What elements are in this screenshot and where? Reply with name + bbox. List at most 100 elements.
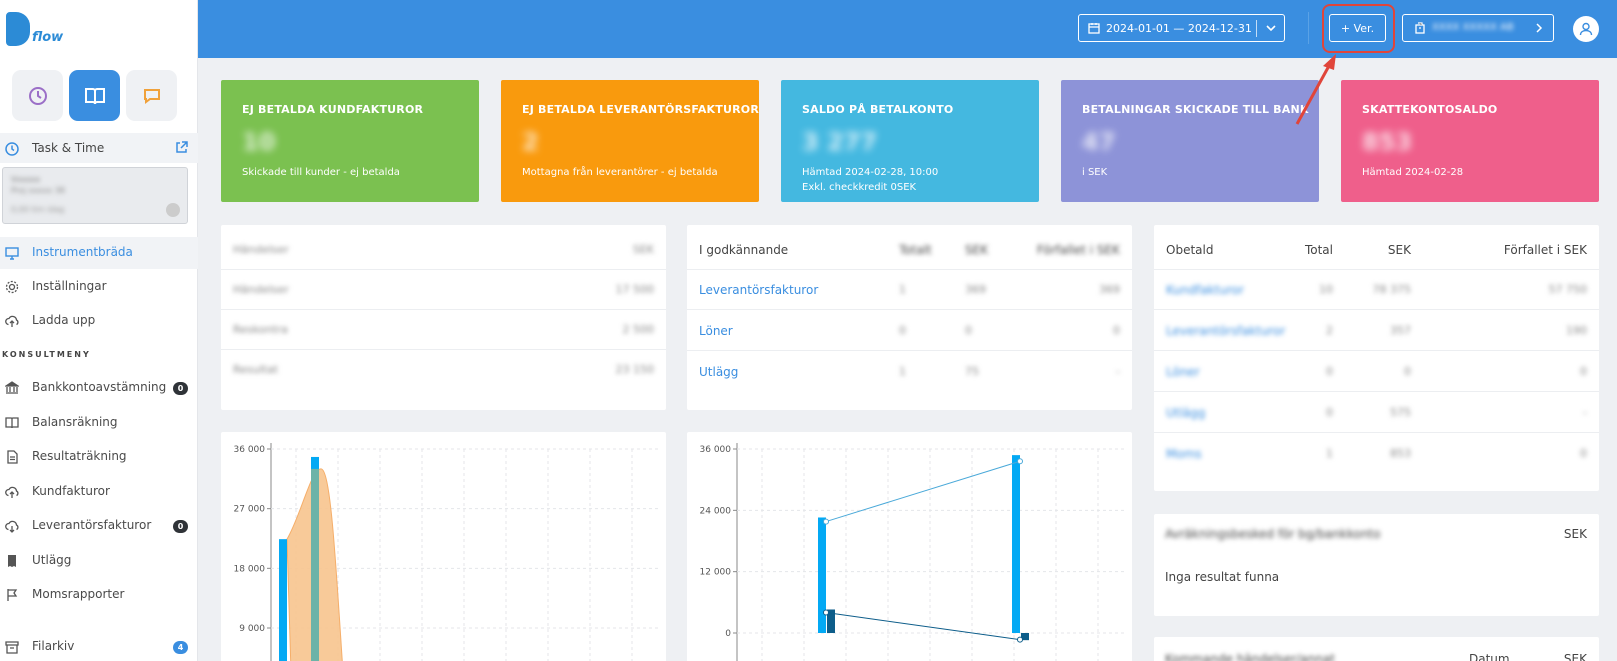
row-value: 0 xyxy=(1404,365,1411,378)
chevron-down-icon[interactable] xyxy=(1264,21,1278,35)
kpi-value: 47 xyxy=(1082,128,1116,156)
count-badge: 4 xyxy=(173,641,188,654)
column-header: I godkännande xyxy=(699,243,789,257)
upcoming-col-date: Datum xyxy=(1469,652,1510,661)
line-point xyxy=(823,518,829,525)
empty-state: Inga resultat funna xyxy=(1165,570,1280,584)
row-link[interactable]: Leverantörsfakturor xyxy=(1166,324,1285,338)
sidebar-item-momsrapporter[interactable]: Momsrapporter xyxy=(0,579,198,611)
book-open-icon xyxy=(84,87,105,104)
row-link[interactable]: Leverantörsfakturor xyxy=(699,283,818,297)
clock-icon xyxy=(28,86,47,105)
row-label: Resultat xyxy=(233,363,279,376)
row-link[interactable]: Utlägg xyxy=(699,365,738,379)
row-value: 0 xyxy=(899,324,906,337)
row-value: 23 150 xyxy=(615,363,655,376)
play-icon[interactable] xyxy=(166,203,180,217)
table-row[interactable]: Utlägg 1 75 - xyxy=(687,352,1132,392)
row-link[interactable]: Löner xyxy=(699,324,733,338)
row-link[interactable]: Löner xyxy=(1166,365,1200,379)
monitor-icon xyxy=(5,247,19,260)
row-value: 0 xyxy=(1326,406,1333,419)
kpi-tile[interactable]: SALDO PÅ BETALKONTO 3 277 Hämtad 2024-02-2… xyxy=(781,80,1039,202)
divider xyxy=(1256,20,1257,37)
table-row[interactable]: Löner 0 0 0 xyxy=(1154,352,1599,392)
highlight-box xyxy=(1322,4,1395,53)
date-range-picker[interactable]: 2024-01-01 — 2024-12-31 xyxy=(1078,14,1285,42)
column-header: Total xyxy=(1304,243,1333,257)
column-header: SEK xyxy=(965,243,989,257)
table-row[interactable]: Löner 0 0 0 xyxy=(687,311,1132,351)
count-badge: 0 xyxy=(173,520,188,533)
chat-quick-button[interactable] xyxy=(126,70,177,121)
settlement-col-sek: SEK xyxy=(1563,527,1587,541)
settlement-title: Avräkningsbesked för bg/bankkonto xyxy=(1165,527,1381,541)
sidebar-item-resultaträkning[interactable]: Resultaträkning xyxy=(0,441,198,473)
external-link-icon[interactable] xyxy=(175,141,188,154)
kpi-value: 3 277 xyxy=(802,128,878,156)
sidebar-item-utlägg[interactable]: Utlägg xyxy=(0,545,198,577)
row-value: 369 xyxy=(1099,283,1120,296)
table-row[interactable]: Kundfakturor 10 78 375 57 750 xyxy=(1154,270,1599,310)
kpi-subtitle: Mottagna från leverantörer - ej betalda xyxy=(522,167,718,178)
line-point xyxy=(1017,636,1023,643)
kpi-subtitle: i SEK xyxy=(1082,167,1108,178)
row-value: 369 xyxy=(965,283,986,296)
y-tick-label: 12 000 xyxy=(700,568,732,578)
sidebar-item-label: Instrumentbräda xyxy=(32,245,133,259)
sidebar-item-label: Ladda upp xyxy=(32,313,96,327)
bank-icon xyxy=(5,381,19,394)
accounting-quick-button[interactable] xyxy=(69,70,120,121)
y-tick-label: 9 000 xyxy=(239,624,265,634)
sidebar-item-ladda-upp[interactable]: Ladda upp xyxy=(0,305,198,337)
row-link[interactable]: Utlägg xyxy=(1166,406,1205,420)
unpaid-card: Obetald Total SEK Förfallet i SEK Kundfaktur… xyxy=(1154,225,1599,491)
row-link[interactable]: Moms xyxy=(1166,447,1202,461)
sidebar-item-balansräkning[interactable]: Balansräkning xyxy=(0,407,198,439)
line-series xyxy=(825,612,1021,641)
sidebar-item-label: Leverantörsfakturor xyxy=(32,518,152,532)
kpi-value: 2 xyxy=(522,128,539,156)
company-selector[interactable]: XXXX XXXXX AB xyxy=(1402,14,1554,42)
kpi-tile[interactable]: BETALNINGAR SKICKADE TILL BANK 47 i SEK xyxy=(1061,80,1319,202)
row-link[interactable]: Kundfakturor xyxy=(1166,283,1244,297)
table-row[interactable]: Utlägg 0 575 - xyxy=(1154,393,1599,433)
company-name: XXXX XXXXX AB xyxy=(1432,22,1514,33)
row-value: 1 xyxy=(899,283,906,296)
sidebar-item-filarkiv[interactable]: Filarkiv 4 xyxy=(0,631,198,661)
task-time-card-hours: 0,00 tim idag xyxy=(11,205,65,214)
table-row[interactable]: Moms 1 853 0 xyxy=(1154,434,1599,474)
column-header: Förfallet i SEK xyxy=(1036,243,1120,257)
task-time-quick-button[interactable] xyxy=(12,70,63,121)
user-icon xyxy=(1579,22,1593,36)
bar xyxy=(311,468,319,661)
sidebar-item-inställningar[interactable]: Inställningar xyxy=(0,271,198,303)
table-row[interactable]: Leverantörsfakturor 1 369 369 xyxy=(687,270,1132,310)
sidebar-item-leverantörsfakturor[interactable]: Leverantörsfakturor 0 xyxy=(0,510,198,542)
chart-card-2: 36 000 24 000 12 000 0 xyxy=(687,432,1132,661)
row-value: 0 xyxy=(1580,365,1587,378)
sidebar-item-bankkontoavstämning[interactable]: Bankkontoavstämning 0 xyxy=(0,372,198,404)
kpi-title: SALDO PÅ BETALKONTO xyxy=(802,103,954,116)
kpi-tile[interactable]: EJ BETALDA KUNDFAKTUROR 10 Skickade till k… xyxy=(221,80,479,202)
table-row: Händelser SEK xyxy=(221,230,666,270)
sidebar-item-instrumentbräda[interactable]: Instrumentbräda xyxy=(0,237,198,269)
task-time-header[interactable]: Task & Time xyxy=(0,133,198,163)
y-tick-label: 18 000 xyxy=(234,564,266,574)
task-time-label: Task & Time xyxy=(32,141,105,155)
bar xyxy=(1012,455,1020,633)
kpi-tile[interactable]: SKATTEKONTOSALDO 853 Hämtad 2024-02-28 xyxy=(1341,80,1599,202)
cloud-upload-icon xyxy=(5,486,19,498)
kpi-tile[interactable]: EJ BETALDA LEVERANTÖRSFAKTUROR 2 Mottagna … xyxy=(501,80,759,202)
table-header: Obetald Total SEK Förfallet i SEK xyxy=(1154,230,1599,270)
row-label: Reskontra xyxy=(233,323,288,336)
date-range-value: 2024-01-01 — 2024-12-31 xyxy=(1106,22,1252,35)
task-time-card[interactable]: Vxxxxx Proj xxxxx 38 0,00 tim idag xyxy=(2,167,188,224)
sidebar-item-kundfakturor[interactable]: Kundfakturor xyxy=(0,476,198,508)
upcoming-card: Kommande händelser/annat Datum SEK xyxy=(1154,637,1599,661)
table-row[interactable]: Leverantörsfakturor 2 357 190 xyxy=(1154,311,1599,351)
row-value: 0 xyxy=(1326,365,1333,378)
logo[interactable]: flow xyxy=(6,10,66,50)
user-avatar[interactable] xyxy=(1573,16,1599,42)
book-icon xyxy=(5,416,19,428)
